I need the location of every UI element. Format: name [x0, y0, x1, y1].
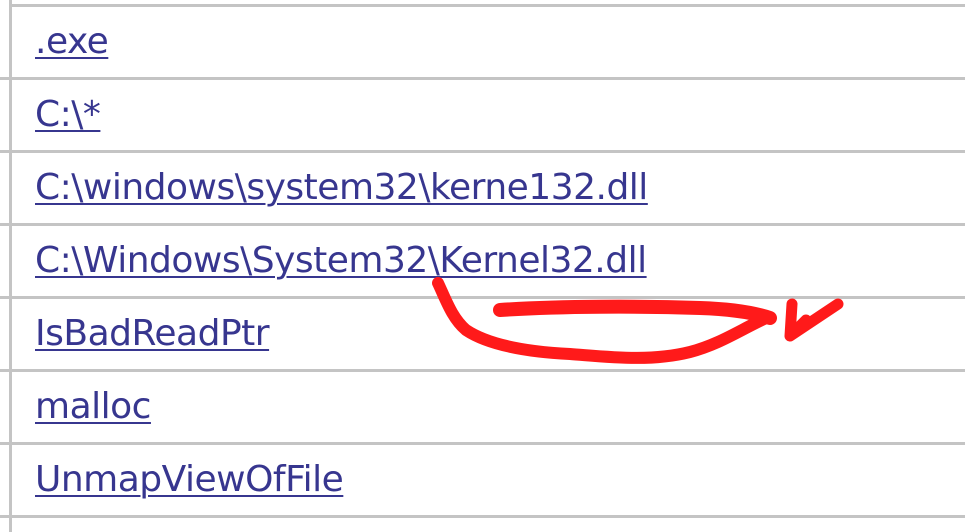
table-row: C:\Windows\System32\Kernel32.dll: [12, 223, 965, 293]
row-divider: [0, 296, 12, 299]
strings-table: .exe C:\* C:\windows\system32\kerne132.d…: [0, 0, 965, 532]
left-column: [0, 0, 12, 532]
string-link-exe[interactable]: .exe: [35, 20, 109, 64]
row-divider: [0, 369, 12, 372]
string-link-kerne132-dll[interactable]: C:\windows\system32\kerne132.dll: [35, 166, 648, 210]
table-row: [12, 515, 965, 532]
table-row: malloc: [12, 369, 965, 439]
string-link-malloc[interactable]: malloc: [35, 385, 151, 429]
row-divider: [0, 77, 12, 80]
string-link-unmapviewoffile[interactable]: UnmapViewOfFile: [35, 458, 344, 502]
table-row: .exe: [12, 4, 965, 74]
row-divider: [0, 223, 12, 226]
table-row: C:\windows\system32\kerne132.dll: [12, 150, 965, 220]
string-link-isbadreadptr[interactable]: IsBadReadPtr: [35, 312, 270, 356]
string-link-kernel32-dll[interactable]: C:\Windows\System32\Kernel32.dll: [35, 239, 647, 283]
table-body: .exe C:\* C:\windows\system32\kerne132.d…: [12, 0, 965, 532]
table-row: IsBadReadPtr: [12, 296, 965, 366]
row-divider: [0, 150, 12, 153]
row-divider: [0, 515, 12, 518]
table-row: C:\*: [12, 77, 965, 147]
row-divider: [0, 442, 12, 445]
string-link-c-drive-wildcard[interactable]: C:\*: [35, 93, 101, 137]
